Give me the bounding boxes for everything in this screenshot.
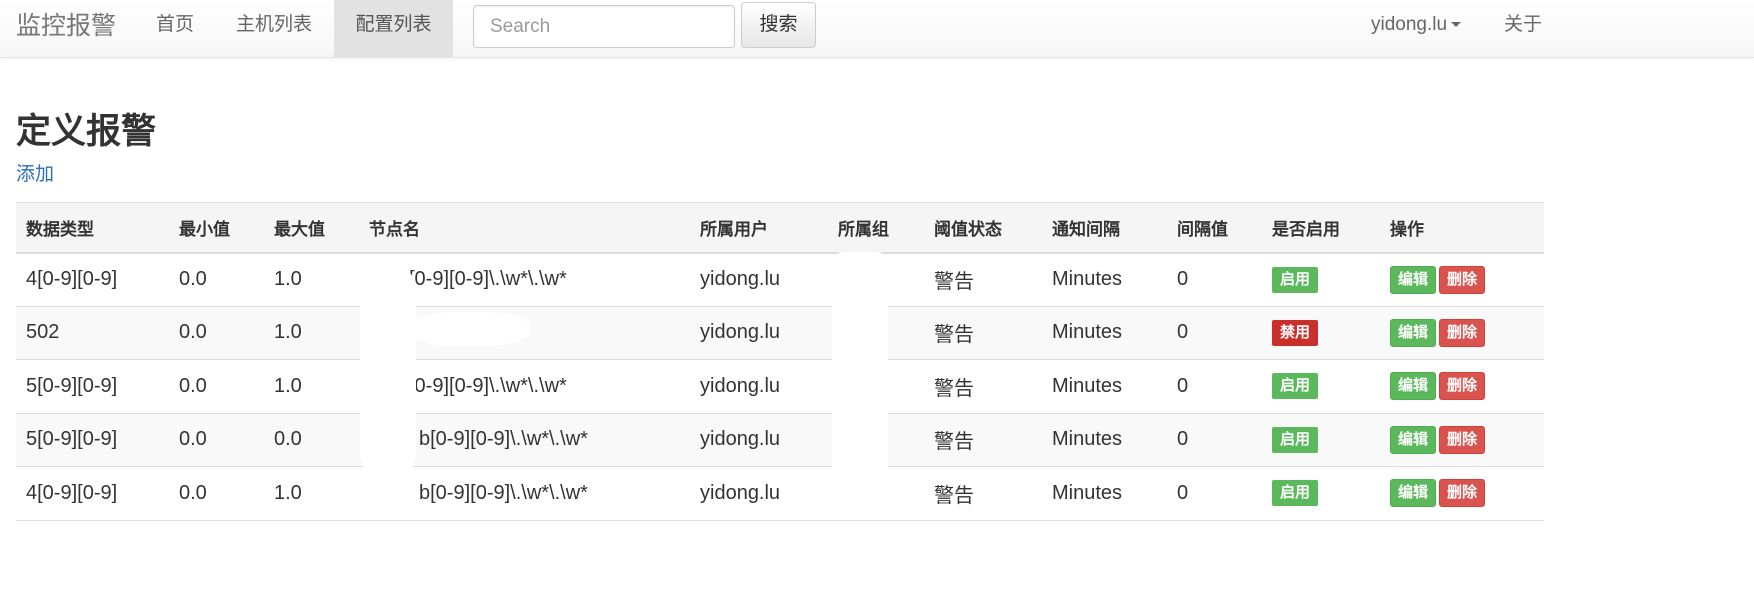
cell-max: 0.0 bbox=[264, 413, 359, 467]
edit-button[interactable]: 编辑 bbox=[1390, 265, 1437, 294]
header-data-type: 数据类型 bbox=[16, 202, 169, 254]
redaction-mark bbox=[360, 262, 416, 482]
cell-type: 4[0-9][0-9] bbox=[16, 466, 169, 521]
cell-status: 警告 bbox=[924, 359, 1042, 414]
status-badge: 启用 bbox=[1272, 266, 1319, 293]
status-badge: 启用 bbox=[1272, 426, 1319, 453]
cell-value: 0 bbox=[1167, 359, 1262, 414]
status-badge: 启用 bbox=[1272, 480, 1319, 507]
cell-status: 警告 bbox=[924, 306, 1042, 360]
search-input[interactable] bbox=[473, 5, 735, 48]
cell-enabled: 启用 bbox=[1262, 359, 1380, 414]
cell-status: 警告 bbox=[924, 413, 1042, 467]
cell-actions: 编辑 删除 bbox=[1380, 306, 1544, 360]
cell-interval: Minutes bbox=[1042, 466, 1167, 521]
table-row: 4[0-9][0-9] 0.0 1.0 b[0-9][0-9]\.\w*\.\w… bbox=[16, 466, 1544, 521]
header-group: 所属组 bbox=[828, 202, 924, 254]
cell-actions: 编辑 删除 bbox=[1380, 359, 1544, 414]
user-menu[interactable]: yidong.lu bbox=[1371, 0, 1462, 50]
cell-type: 5[0-9][0-9] bbox=[16, 359, 169, 414]
cell-enabled: 启用 bbox=[1262, 466, 1380, 521]
delete-button[interactable]: 删除 bbox=[1439, 265, 1486, 294]
table-row: 502 0.0 1.0 yidong.lu 警告 Minutes 0 禁用 编辑… bbox=[16, 306, 1544, 360]
cell-node: b[0-9][0-9]\.\w*\.\w* bbox=[359, 466, 690, 521]
cell-value: 0 bbox=[1167, 306, 1262, 360]
header-interval: 通知间隔 bbox=[1042, 202, 1167, 254]
search-button[interactable]: 搜索 bbox=[741, 2, 816, 48]
cell-max: 1.0 bbox=[264, 466, 359, 521]
cell-max: 1.0 bbox=[264, 306, 359, 360]
cell-value: 0 bbox=[1167, 413, 1262, 467]
page-title: 定义报警 bbox=[16, 112, 157, 151]
cell-user: yidong.lu bbox=[690, 466, 828, 521]
table-row: 5[0-9][0-9] 0.0 0.0 b[0-9][0-9]\.\w*\.\w… bbox=[16, 413, 1544, 467]
cell-value: 0 bbox=[1167, 252, 1262, 307]
nav-about[interactable]: 关于 bbox=[1504, 0, 1542, 50]
edit-button[interactable]: 编辑 bbox=[1390, 372, 1437, 401]
cell-enabled: 启用 bbox=[1262, 252, 1380, 307]
edit-button[interactable]: 编辑 bbox=[1390, 318, 1437, 347]
table-row: 5[0-9][0-9] 0.0 1.0 y[0-9][0-9]\.\w*\.\w… bbox=[16, 359, 1544, 414]
cell-status: 警告 bbox=[924, 466, 1042, 521]
delete-button[interactable]: 删除 bbox=[1439, 318, 1486, 347]
delete-button[interactable]: 删除 bbox=[1439, 372, 1486, 401]
alarm-table: 数据类型 最小值 最大值 节点名 所属用户 所属组 阈值状态 通知间隔 间隔值 … bbox=[16, 202, 1544, 521]
header-node: 节点名 bbox=[359, 202, 690, 254]
header-value: 间隔值 bbox=[1167, 202, 1262, 254]
status-badge: 禁用 bbox=[1272, 319, 1319, 346]
alarm-table-wrapper: 数据类型 最小值 最大值 节点名 所属用户 所属组 阈值状态 通知间隔 间隔值 … bbox=[16, 202, 1544, 521]
nav-host-list[interactable]: 主机列表 bbox=[220, 0, 328, 58]
header-user: 所属用户 bbox=[690, 202, 828, 254]
cell-user: yidong.lu bbox=[690, 252, 828, 307]
add-link[interactable]: 添加 bbox=[16, 162, 54, 188]
cell-min: 0.0 bbox=[169, 306, 264, 360]
navbar: 监控报警 首页 主机列表 配置列表 搜索 yidong.lu 关于 bbox=[0, 0, 1754, 58]
cell-status: 警告 bbox=[924, 252, 1042, 307]
redaction-mark bbox=[832, 252, 888, 518]
cell-interval: Minutes bbox=[1042, 252, 1167, 307]
cell-min: 0.0 bbox=[169, 252, 264, 307]
nav-home[interactable]: 首页 bbox=[140, 0, 210, 58]
cell-type: 502 bbox=[16, 306, 169, 360]
header-max: 最大值 bbox=[264, 202, 359, 254]
header-status: 阈值状态 bbox=[924, 202, 1042, 254]
node-text: b[0-9][0-9]\.\w*\.\w* bbox=[419, 481, 588, 504]
header-min: 最小值 bbox=[169, 202, 264, 254]
caret-down-icon bbox=[1451, 22, 1462, 28]
redaction-mark bbox=[410, 312, 530, 346]
edit-button[interactable]: 编辑 bbox=[1390, 425, 1437, 454]
brand-logo[interactable]: 监控报警 bbox=[16, 10, 116, 42]
cell-user: yidong.lu bbox=[690, 359, 828, 414]
delete-button[interactable]: 删除 bbox=[1439, 479, 1486, 508]
cell-min: 0.0 bbox=[169, 466, 264, 521]
cell-actions: 编辑 删除 bbox=[1380, 252, 1544, 307]
table-row: 4[0-9][0-9] 0.0 1.0 [0-9][0-9]\.\w*\.\w*… bbox=[16, 252, 1544, 307]
nav-config-list[interactable]: 配置列表 bbox=[334, 0, 453, 58]
cell-actions: 编辑 删除 bbox=[1380, 413, 1544, 467]
cell-user: yidong.lu bbox=[690, 306, 828, 360]
cell-enabled: 禁用 bbox=[1262, 306, 1380, 360]
cell-actions: 编辑 删除 bbox=[1380, 466, 1544, 521]
header-actions: 操作 bbox=[1380, 202, 1544, 254]
delete-button[interactable]: 删除 bbox=[1439, 425, 1486, 454]
cell-type: 5[0-9][0-9] bbox=[16, 413, 169, 467]
edit-button[interactable]: 编辑 bbox=[1390, 479, 1437, 508]
cell-user: yidong.lu bbox=[690, 413, 828, 467]
cell-interval: Minutes bbox=[1042, 306, 1167, 360]
user-name: yidong.lu bbox=[1371, 14, 1448, 35]
cell-interval: Minutes bbox=[1042, 359, 1167, 414]
cell-max: 1.0 bbox=[264, 252, 359, 307]
cell-min: 0.0 bbox=[169, 359, 264, 414]
cell-value: 0 bbox=[1167, 466, 1262, 521]
cell-type: 4[0-9][0-9] bbox=[16, 252, 169, 307]
table-header-row: 数据类型 最小值 最大值 节点名 所属用户 所属组 阈值状态 通知间隔 间隔值 … bbox=[16, 202, 1544, 254]
cell-interval: Minutes bbox=[1042, 413, 1167, 467]
header-enabled: 是否启用 bbox=[1262, 202, 1380, 254]
status-badge: 启用 bbox=[1272, 373, 1319, 400]
cell-min: 0.0 bbox=[169, 413, 264, 467]
cell-max: 1.0 bbox=[264, 359, 359, 414]
cell-enabled: 启用 bbox=[1262, 413, 1380, 467]
